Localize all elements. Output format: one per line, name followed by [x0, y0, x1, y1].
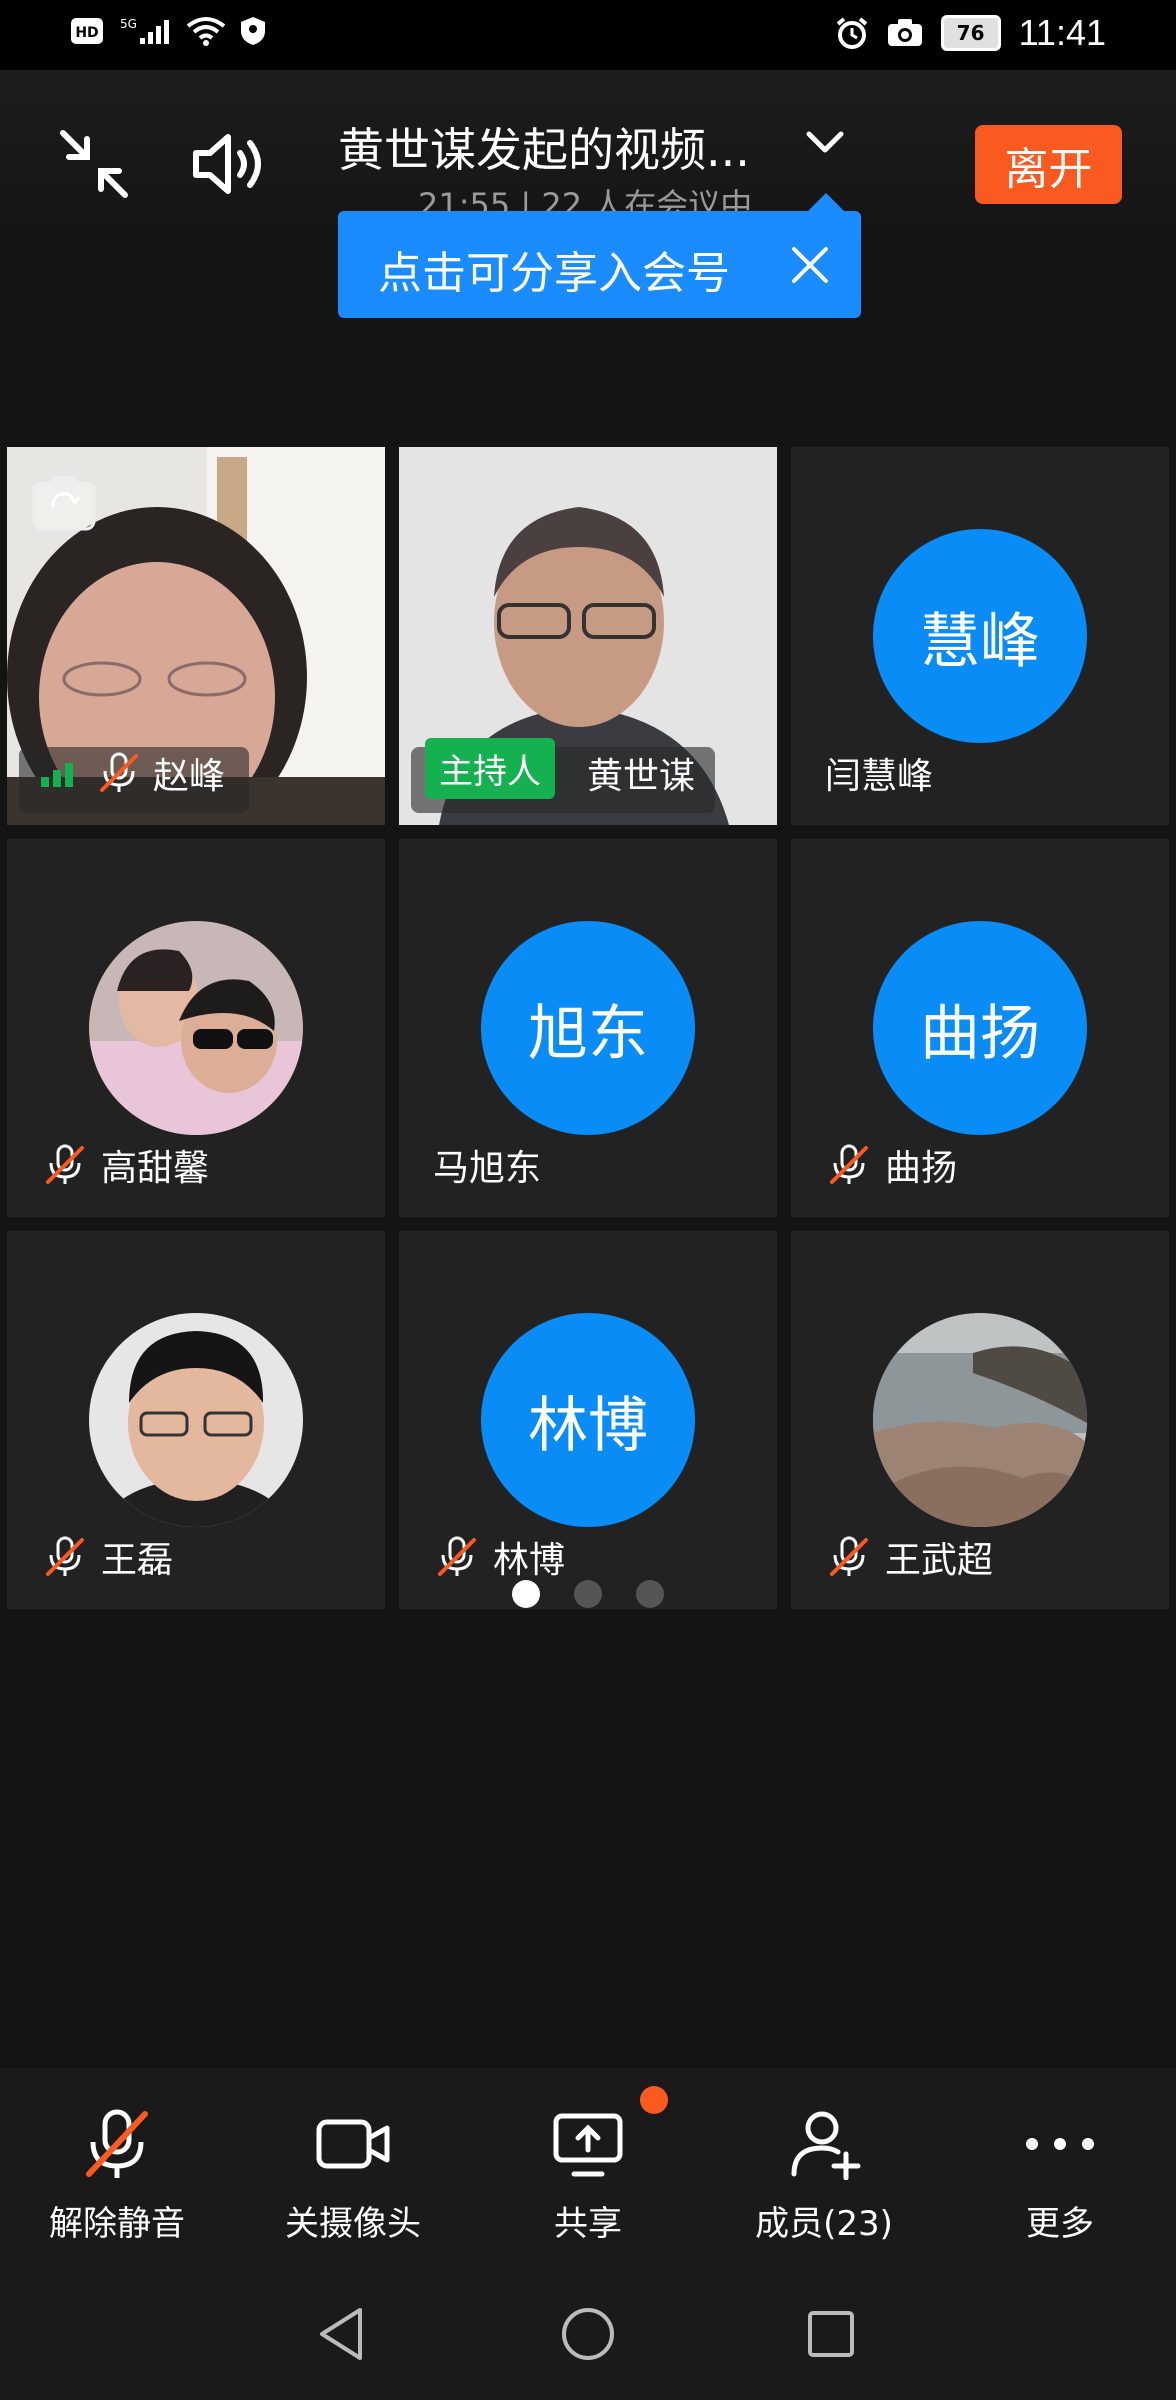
- avatar: 旭东: [481, 921, 695, 1135]
- unmute-button[interactable]: 解除静音: [17, 2108, 217, 2245]
- tooltip-text: 点击可分享入会号: [378, 248, 730, 299]
- page-dot-2[interactable]: [574, 1580, 602, 1608]
- participant-tile-gaotianxin[interactable]: 高甜馨: [7, 839, 385, 1217]
- share-notification-dot: [640, 2086, 668, 2114]
- participant-name: 黄世谋: [587, 756, 696, 797]
- mic-muted-icon: [830, 1144, 868, 1184]
- status-bar: HD 5G 76 11:41: [0, 0, 1176, 70]
- chevron-down-icon: [806, 131, 844, 153]
- mic-muted-icon: [100, 752, 138, 792]
- meeting-title[interactable]: 黄世谋发起的视频...: [338, 114, 750, 180]
- speaker-button[interactable]: [186, 122, 270, 206]
- video-camera-icon: [316, 2119, 390, 2169]
- participant-tile-yanhuifeng[interactable]: 慧峰 闫慧峰: [791, 447, 1169, 825]
- meeting-toolbar: 解除静音 关摄像头 共享 成员(23) 更多: [0, 2068, 1176, 2268]
- more-label: 更多: [1026, 2204, 1094, 2244]
- share-label: 共享: [554, 2204, 622, 2244]
- participant-tile-huangshimou[interactable]: 主持人 黄世谋: [399, 447, 777, 825]
- members-label: 成员(23): [755, 2204, 893, 2244]
- system-nav-bar: [0, 2268, 1176, 2400]
- avatar: 林博: [481, 1313, 695, 1527]
- participant-name: 闫慧峰: [825, 756, 934, 797]
- more-button[interactable]: 更多: [960, 2108, 1160, 2245]
- svg-text:5G: 5G: [120, 17, 137, 31]
- avatar: 慧峰: [873, 529, 1087, 743]
- participant-name: 曲扬: [885, 1148, 958, 1189]
- status-right-icons: 76 11:41: [835, 12, 1106, 54]
- mic-muted-icon: [830, 1536, 868, 1576]
- close-icon: [792, 247, 828, 283]
- avatar: 曲扬: [873, 921, 1087, 1135]
- avatar: [89, 1313, 303, 1527]
- participant-name: 林博: [493, 1540, 566, 1581]
- alarm-icon: [836, 17, 867, 49]
- clock: 11:41: [1018, 12, 1106, 53]
- speaker-icon: [193, 134, 261, 194]
- participant-tile-linbo[interactable]: 林博 林博: [399, 1231, 777, 1609]
- svg-text:HD: HD: [75, 25, 98, 41]
- participant-name: 王武超: [885, 1540, 994, 1581]
- participant-name: 王磊: [101, 1540, 174, 1581]
- participant-name: 高甜馨: [101, 1148, 210, 1189]
- participant-tile-zhaofeng[interactable]: 赵峰: [7, 447, 385, 825]
- host-badge: 主持人: [425, 738, 555, 799]
- leave-button[interactable]: 离开: [975, 125, 1122, 204]
- home-icon[interactable]: [560, 2306, 616, 2362]
- mic-muted-icon: [438, 1536, 476, 1576]
- more-icon: [1026, 2138, 1094, 2150]
- members-button[interactable]: 成员(23): [724, 2108, 924, 2245]
- participant-name: 马旭东: [433, 1148, 542, 1189]
- participant-name: 赵峰: [153, 756, 226, 797]
- participant-tile-wangwuchao[interactable]: 王武超: [791, 1231, 1169, 1609]
- vpn-shield-icon: [241, 17, 265, 45]
- recents-icon[interactable]: [806, 2309, 856, 2359]
- camera-button[interactable]: 关摄像头: [253, 2108, 453, 2245]
- mic-muted-icon: [46, 1144, 84, 1184]
- screen-share-icon: [553, 2113, 623, 2177]
- hd-icon: HD: [71, 18, 103, 44]
- switch-camera-icon[interactable]: [31, 471, 97, 537]
- participant-tile-quyang[interactable]: 曲扬 曲扬: [791, 839, 1169, 1217]
- tooltip-close-button[interactable]: [784, 239, 836, 291]
- page-dot-1[interactable]: [512, 1580, 540, 1608]
- mic-muted-icon: [86, 2109, 148, 2178]
- participant-tile-wanglei[interactable]: 王磊: [7, 1231, 385, 1609]
- 5g-signal-icon: 5G: [120, 17, 169, 44]
- unmute-label: 解除静音: [49, 2204, 185, 2244]
- page-indicator[interactable]: [512, 1580, 664, 1608]
- share-button[interactable]: 共享: [488, 2108, 688, 2245]
- avatar: [89, 921, 303, 1135]
- avatar: [873, 1313, 1087, 1527]
- signal-strength-icon: [41, 763, 73, 787]
- share-id-tooltip[interactable]: 点击可分享入会号: [338, 211, 861, 318]
- participant-tile-maxudong[interactable]: 旭东 马旭东: [399, 839, 777, 1217]
- status-left-icons: HD 5G: [70, 16, 266, 46]
- minimize-icon: [60, 130, 128, 198]
- wifi-icon: [186, 17, 226, 46]
- title-dropdown-button[interactable]: [800, 118, 850, 168]
- minimize-button[interactable]: [52, 122, 136, 206]
- add-member-icon: [791, 2111, 861, 2180]
- back-icon[interactable]: [316, 2306, 366, 2362]
- tooltip-arrow: [808, 193, 844, 211]
- battery-indicator: 76: [940, 15, 1001, 51]
- camera-status-icon: [887, 19, 922, 46]
- page-dot-3[interactable]: [636, 1580, 664, 1608]
- mic-muted-icon: [46, 1536, 84, 1576]
- camera-label: 关摄像头: [285, 2204, 421, 2244]
